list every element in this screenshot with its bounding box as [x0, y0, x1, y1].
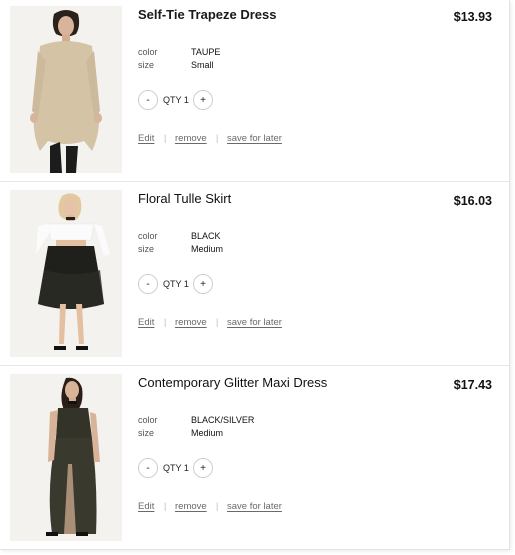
action-separator: |	[164, 501, 167, 511]
color-value: BLACK	[191, 231, 221, 241]
product-image[interactable]	[10, 6, 122, 173]
quantity-label: QTY 1	[163, 463, 189, 473]
product-photo-tulle-skirt	[10, 190, 122, 357]
product-image[interactable]	[10, 190, 122, 357]
remove-link[interactable]: remove	[175, 317, 207, 328]
decrease-quantity-button[interactable]: -	[138, 274, 158, 294]
edit-link[interactable]: Edit	[138, 501, 154, 512]
decrease-quantity-button[interactable]: -	[138, 90, 158, 110]
action-separator: |	[216, 133, 219, 143]
product-image[interactable]	[10, 374, 122, 541]
size-label: size	[138, 244, 155, 254]
increase-quantity-button[interactable]: +	[193, 458, 213, 478]
edit-link[interactable]: Edit	[138, 317, 154, 328]
edit-link[interactable]: Edit	[138, 133, 154, 144]
size-label: size	[138, 428, 155, 438]
cart-item: Self-Tie Trapeze Dress $13.93 color TAUP…	[0, 0, 509, 184]
size-label: size	[138, 60, 155, 70]
increase-quantity-button[interactable]: +	[193, 90, 213, 110]
size-value: Medium	[191, 244, 224, 254]
color-value: TAUPE	[191, 47, 221, 57]
product-name[interactable]: Floral Tulle Skirt	[138, 191, 231, 206]
product-name[interactable]: Contemporary Glitter Maxi Dress	[138, 375, 327, 390]
product-price: $13.93	[453, 10, 492, 24]
remove-link[interactable]: remove	[175, 501, 207, 512]
save-for-later-link[interactable]: save for later	[227, 317, 282, 328]
product-photo-trapeze-dress	[10, 6, 122, 173]
action-separator: |	[164, 317, 167, 327]
product-name[interactable]: Self-Tie Trapeze Dress	[138, 7, 277, 22]
color-label: color	[138, 47, 158, 57]
size-value: Small	[191, 60, 214, 70]
save-for-later-link[interactable]: save for later	[227, 501, 282, 512]
cart-panel: Self-Tie Trapeze Dress $13.93 color TAUP…	[0, 0, 510, 550]
increase-quantity-button[interactable]: +	[193, 274, 213, 294]
color-value: BLACK/SILVER	[191, 415, 255, 425]
item-divider	[0, 181, 509, 182]
size-value: Medium	[191, 428, 224, 438]
action-separator: |	[164, 133, 167, 143]
color-label: color	[138, 231, 158, 241]
decrease-quantity-button[interactable]: -	[138, 458, 158, 478]
cart-item: Contemporary Glitter Maxi Dress $17.43 c…	[0, 368, 509, 552]
product-price: $17.43	[453, 378, 492, 392]
action-separator: |	[216, 317, 219, 327]
product-price: $16.03	[453, 194, 492, 208]
quantity-label: QTY 1	[163, 95, 189, 105]
quantity-label: QTY 1	[163, 279, 189, 289]
remove-link[interactable]: remove	[175, 133, 207, 144]
action-separator: |	[216, 501, 219, 511]
item-divider	[0, 365, 509, 366]
color-label: color	[138, 415, 158, 425]
save-for-later-link[interactable]: save for later	[227, 133, 282, 144]
cart-item: Floral Tulle Skirt $16.03 color BLACK si…	[0, 184, 509, 368]
product-photo-glitter-maxi-dress	[10, 374, 122, 541]
